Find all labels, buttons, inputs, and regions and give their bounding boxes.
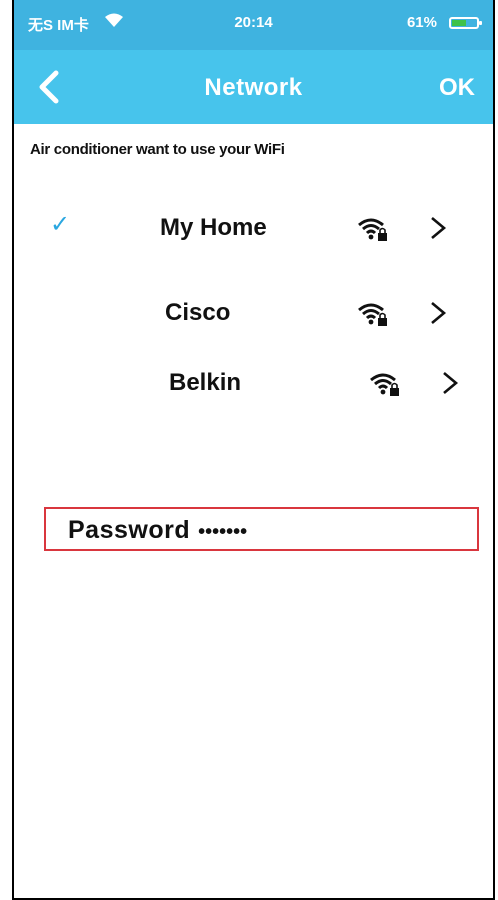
network-name: My Home <box>160 214 267 241</box>
chevron-right-icon <box>431 217 447 239</box>
page-title: Network <box>204 74 303 101</box>
battery-percent: 61% <box>406 14 437 31</box>
password-label-text: Password <box>68 516 191 544</box>
battery-icon <box>449 17 482 29</box>
network-item-my-home[interactable]: ✓ My Home <box>14 200 493 260</box>
password-label: Password ••••••• <box>68 516 247 545</box>
password-value: ••••••• <box>198 521 248 543</box>
wifi-lock-icon <box>370 373 399 396</box>
network-item-belkin[interactable]: Belkin <box>14 355 493 415</box>
network-name: Cisco <box>165 299 231 326</box>
nav-bar: Network OK <box>14 50 493 124</box>
password-field[interactable]: Password ••••••• <box>44 507 479 551</box>
chevron-right-icon <box>431 302 447 324</box>
wifi-lock-icon <box>358 218 387 241</box>
wifi-prompt-text: Air conditioner want to use your WiFi <box>30 141 285 158</box>
status-bar: 无S IM卡 20:14 61% <box>14 0 493 50</box>
wifi-lock-icon <box>358 303 387 326</box>
phone-screen: 无S IM卡 20:14 61% Network OK Air conditio… <box>12 0 495 900</box>
network-name: Belkin <box>169 369 242 396</box>
chevron-right-icon <box>443 372 459 394</box>
battery-fill <box>452 20 466 26</box>
ok-button[interactable]: OK <box>439 74 475 102</box>
network-item-cisco[interactable]: Cisco <box>14 285 493 345</box>
checkmark-icon: ✓ <box>50 211 71 238</box>
